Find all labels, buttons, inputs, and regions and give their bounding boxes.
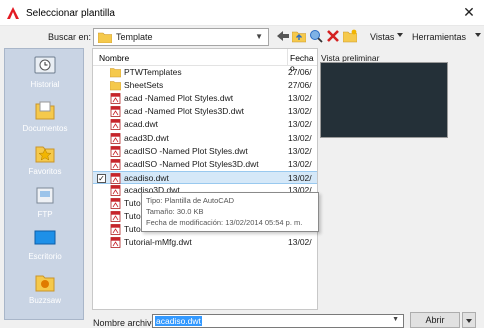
tools-chevron-icon[interactable] [475, 33, 481, 37]
file-name: acadISO -Named Plot Styles3D.dwt [124, 158, 259, 169]
folder-icon [98, 32, 112, 43]
tooltip-modified: Fecha de modificación: 13/02/2014 05:54 … [146, 218, 303, 227]
ftp-icon [36, 187, 54, 204]
file-row[interactable]: acad3D.dwt 13/02/ [93, 132, 317, 145]
history-icon [34, 56, 56, 74]
place-ftp[interactable]: FTP [5, 185, 83, 219]
dwt-file-icon [110, 224, 121, 236]
filename-value: acadiso.dwt [155, 316, 202, 326]
close-icon[interactable]: ✕ [462, 5, 476, 19]
place-buzzsaw[interactable]: Buzzsaw [5, 271, 83, 305]
folder-icon [110, 81, 121, 91]
chevron-down-icon [466, 319, 472, 323]
dwt-file-icon [110, 145, 121, 157]
back-icon[interactable] [276, 29, 290, 43]
file-row[interactable]: PTWTemplates 27/06/ [93, 66, 317, 79]
dwt-file-icon [110, 132, 121, 144]
buzzsaw-icon [35, 275, 55, 292]
folder-icon [110, 68, 121, 78]
file-row[interactable]: acadISO -Named Plot Styles3D.dwt 13/02/ [93, 158, 317, 171]
documents-icon [35, 101, 55, 120]
search-web-icon[interactable] [309, 29, 323, 43]
place-history[interactable]: Historial [5, 55, 83, 89]
file-row[interactable]: SheetSets 27/06/ [93, 79, 317, 92]
lookin-dropdown[interactable]: Template ▼ [93, 28, 269, 46]
column-header-date[interactable]: Fecha o [288, 49, 317, 73]
file-date: 13/02/ [288, 145, 312, 156]
preview-image [320, 62, 448, 138]
lookin-value: Template [116, 32, 153, 42]
views-menu[interactable]: Vistas [370, 32, 394, 42]
chevron-down-icon: ▼ [255, 32, 263, 41]
open-button[interactable]: Abrir [410, 312, 460, 328]
file-date: 13/02/ [288, 132, 312, 143]
window-title: Seleccionar plantilla [26, 8, 115, 19]
place-favorites[interactable]: Favoritos [5, 142, 83, 176]
file-name: acad.dwt [124, 119, 159, 130]
file-row[interactable]: acad -Named Plot Styles.dwt 13/02/ [93, 92, 317, 105]
file-date: 13/02/ [288, 172, 312, 183]
dwt-file-icon [110, 211, 121, 222]
file-name: Tutorial-mMfg.dwt [124, 237, 192, 248]
file-row[interactable]: Tutorial-mMfg.dwt 13/02/ [93, 236, 317, 249]
place-desktop[interactable]: Escritorio [5, 227, 83, 261]
open-options-button[interactable] [462, 312, 476, 328]
file-name: acad -Named Plot Styles.dwt [124, 93, 234, 104]
file-date: 27/06/ [288, 80, 312, 91]
file-date: 13/02/ [288, 106, 312, 117]
tools-menu[interactable]: Herramientas [412, 32, 466, 42]
file-date: 13/02/ [288, 158, 312, 169]
autocad-app-icon [7, 7, 19, 19]
filename-input[interactable]: acadiso.dwt ▼ [152, 314, 404, 328]
file-date: 27/06/ [288, 67, 312, 77]
dwt-file-icon [110, 119, 121, 131]
file-list[interactable]: Nombre Fecha o PTWTemplates 27/06/SheetSe… [92, 48, 318, 310]
desktop-icon [34, 230, 56, 245]
views-chevron-icon[interactable] [397, 33, 403, 37]
file-date: 13/02/ [288, 237, 312, 248]
column-header-name[interactable]: Nombre [93, 49, 288, 66]
file-date: 13/02/ [288, 119, 312, 130]
delete-icon[interactable] [326, 29, 340, 43]
tooltip-size: Tamaño: 30.0 KB [146, 207, 204, 216]
file-info-tooltip: Tipo: Plantilla de AutoCAD Tamaño: 30.0 … [141, 192, 319, 232]
chevron-down-icon[interactable]: ▼ [392, 316, 399, 323]
up-folder-icon[interactable] [292, 29, 306, 43]
row-checkbox[interactable]: ✓ [97, 173, 106, 183]
file-name: PTWTemplates [124, 67, 182, 77]
dwt-file-icon [110, 158, 121, 170]
file-name: acad -Named Plot Styles3D.dwt [124, 106, 244, 117]
file-row[interactable]: acad -Named Plot Styles3D.dwt 13/02/ [93, 105, 317, 118]
dwt-file-icon [110, 237, 121, 249]
file-name: SheetSets [124, 80, 164, 91]
dwt-file-icon [110, 106, 121, 118]
file-row[interactable]: ✓ acadiso.dwt 13/02/ [93, 170, 317, 184]
file-name: acadISO -Named Plot Styles.dwt [124, 145, 248, 156]
tooltip-type: Tipo: Plantilla de AutoCAD [146, 196, 235, 205]
file-row[interactable]: acad.dwt 13/02/ [93, 118, 317, 131]
favorites-icon [35, 146, 55, 163]
filename-label: Nombre archivo: [93, 318, 160, 328]
dwt-file-icon [110, 172, 121, 184]
dwt-file-icon [110, 198, 121, 209]
dwt-file-icon [110, 184, 121, 196]
places-sidebar: Historial Documentos Favoritos FTP Escri… [4, 48, 84, 320]
file-row[interactable]: acadISO -Named Plot Styles.dwt 13/02/ [93, 145, 317, 158]
lookin-label: Buscar en: [48, 32, 92, 42]
file-date: 13/02/ [288, 93, 312, 104]
title-bar: Seleccionar plantilla ✕ [0, 0, 484, 26]
file-name: acad3D.dwt [124, 132, 169, 143]
new-folder-icon[interactable] [343, 29, 357, 43]
file-name: acadiso.dwt [124, 172, 169, 183]
place-documents[interactable]: Documentos [5, 99, 83, 133]
dwt-file-icon [110, 93, 121, 105]
